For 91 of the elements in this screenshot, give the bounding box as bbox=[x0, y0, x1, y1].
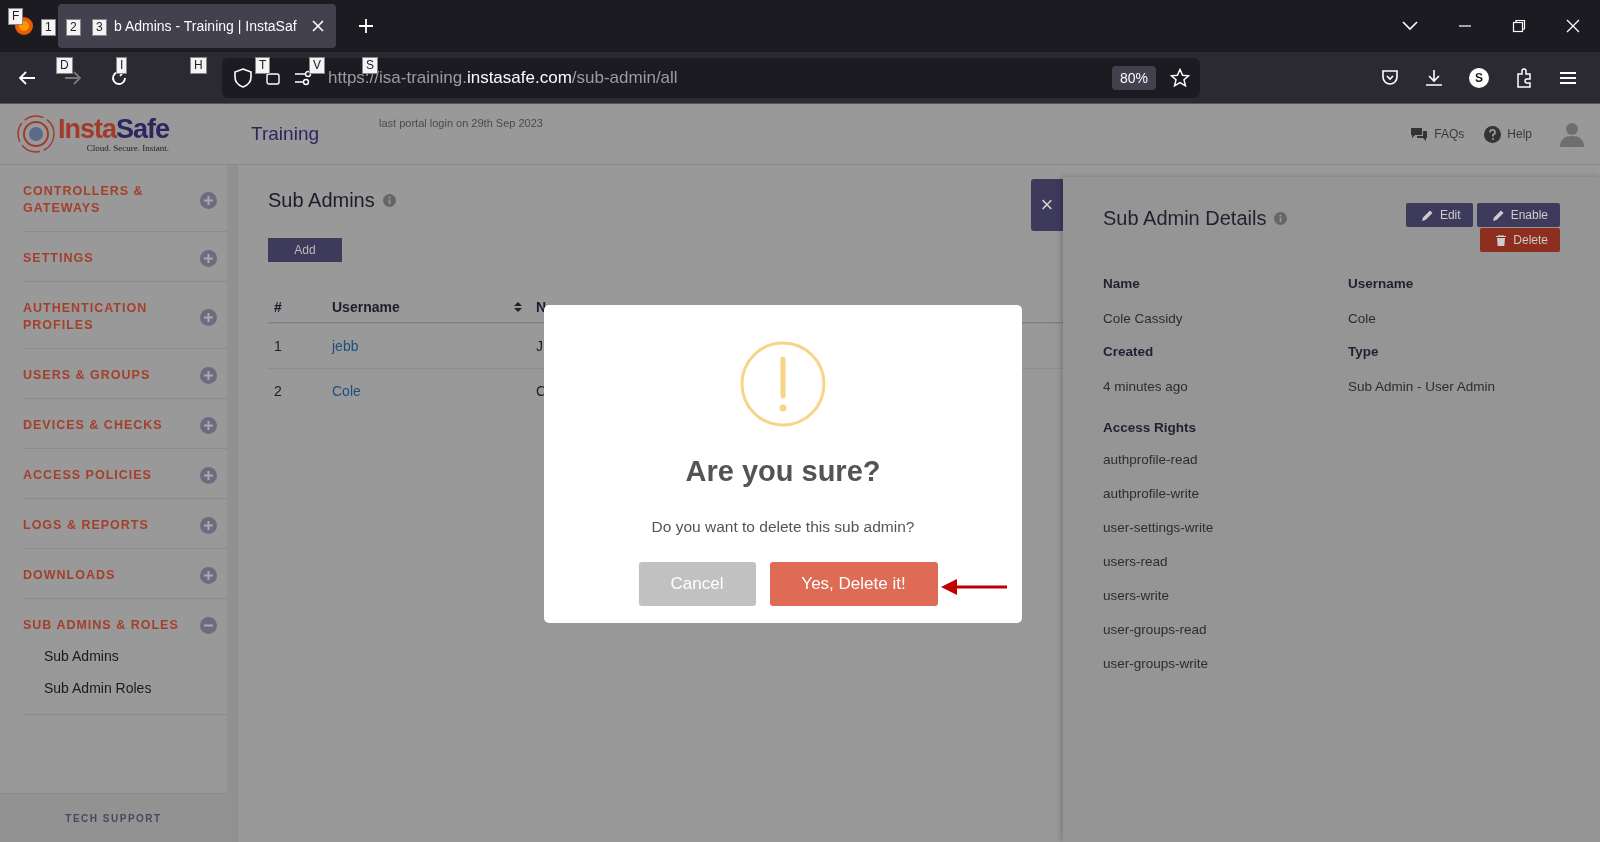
field-value: Cole Cassidy bbox=[1103, 311, 1184, 326]
column-header[interactable]: Username bbox=[332, 299, 400, 315]
access-right-item: user-groups-read bbox=[1103, 621, 1208, 639]
add-button[interactable]: Add bbox=[268, 238, 342, 262]
close-icon[interactable] bbox=[1566, 19, 1580, 33]
new-tab-icon[interactable] bbox=[358, 18, 374, 34]
help-icon bbox=[1484, 125, 1502, 143]
page-title: Sub Admins bbox=[268, 189, 375, 212]
sidebar-item[interactable]: SETTINGS bbox=[23, 250, 183, 267]
sidebar-item[interactable]: LOGS & REPORTS bbox=[23, 517, 183, 534]
sidebar-subitem[interactable]: Sub Admin Roles bbox=[44, 680, 217, 696]
download-icon[interactable] bbox=[1425, 68, 1443, 87]
trash-icon bbox=[1496, 234, 1507, 246]
sort-icon[interactable] bbox=[514, 302, 522, 312]
panel-title: Sub Admin Details bbox=[1103, 207, 1267, 230]
keyboard-hint: S bbox=[362, 57, 378, 74]
keyboard-hint: F bbox=[8, 8, 24, 25]
access-right-item: authprofile-write bbox=[1103, 485, 1201, 503]
pencil-icon bbox=[1421, 209, 1433, 221]
header-link[interactable]: Help bbox=[1484, 125, 1532, 143]
tab-title: b Admins - Training | InstaSaf bbox=[114, 18, 298, 34]
edit-button[interactable]: Edit bbox=[1405, 203, 1473, 227]
page-icon[interactable] bbox=[266, 70, 280, 85]
back-arrow-icon[interactable] bbox=[18, 69, 36, 86]
sidebar-item[interactable]: DEVICES & CHECKS bbox=[23, 417, 183, 434]
field-label: Access Rights bbox=[1103, 420, 1198, 435]
sidebar-item[interactable]: DOWNLOADS bbox=[23, 567, 183, 584]
menu-icon[interactable] bbox=[1559, 70, 1577, 85]
annotation-arrow bbox=[941, 577, 1009, 597]
chat-bubbles-icon bbox=[1410, 126, 1429, 142]
keyboard-hint: T bbox=[255, 57, 271, 74]
star-icon[interactable] bbox=[1170, 67, 1190, 88]
keyboard-hint: H bbox=[190, 57, 207, 74]
delete-button[interactable]: Delete bbox=[1480, 228, 1560, 252]
access-right-item: users-read bbox=[1103, 553, 1169, 571]
logo-tagline: Cloud. Secure. Instant. bbox=[85, 142, 170, 153]
access-right-item: user-groups-write bbox=[1103, 655, 1210, 673]
info-icon bbox=[1274, 212, 1288, 225]
table-cell: 1 bbox=[274, 338, 282, 354]
field-label: Name bbox=[1103, 276, 1141, 291]
field-label: Username bbox=[1348, 276, 1415, 291]
field-value: 4 minutes ago bbox=[1103, 379, 1189, 394]
field-label: Type bbox=[1348, 344, 1380, 359]
restore-icon[interactable] bbox=[1512, 19, 1526, 33]
sidebar-item[interactable]: ACCESS POLICIES bbox=[23, 467, 183, 484]
confirm-delete-button[interactable]: Yes, Delete it! bbox=[769, 562, 938, 606]
access-right-item: authprofile-read bbox=[1103, 451, 1199, 469]
field-value: Sub Admin - User Admin bbox=[1348, 379, 1497, 394]
shield-icon[interactable] bbox=[234, 67, 252, 88]
warning-icon bbox=[740, 341, 826, 427]
info-icon bbox=[382, 194, 396, 207]
username-link[interactable]: Cole bbox=[332, 383, 361, 399]
sidebar-item[interactable]: AUTHENTICATION PROFILES bbox=[23, 300, 183, 334]
sidebar-item[interactable]: CONTROLLERS & GATEWAYS bbox=[23, 183, 183, 217]
forward-arrow-icon[interactable] bbox=[64, 69, 82, 86]
zoom-level-badge[interactable]: 80% bbox=[1111, 65, 1156, 90]
column-header[interactable]: # bbox=[274, 299, 282, 315]
column-header[interactable]: N bbox=[536, 299, 547, 315]
portal-title: Training bbox=[251, 123, 320, 145]
keyboard-hint: 1 bbox=[41, 19, 56, 36]
field-label: Created bbox=[1103, 344, 1155, 359]
logo-target-icon bbox=[16, 114, 56, 154]
sidebar-subitem[interactable]: Sub Admins bbox=[44, 648, 217, 664]
pencil-icon bbox=[1492, 209, 1504, 221]
sidebar-item[interactable]: SUB ADMINS & ROLES bbox=[23, 617, 183, 634]
chevron-down-icon[interactable] bbox=[1402, 21, 1418, 31]
close-icon[interactable] bbox=[312, 20, 324, 32]
close-panel-button[interactable]: × bbox=[1031, 179, 1063, 231]
pocket-icon[interactable] bbox=[1381, 68, 1399, 87]
last-login-text: last portal login on 29th Sep 2023 bbox=[379, 117, 543, 129]
tech-support-link[interactable]: TECH SUPPORT bbox=[65, 812, 162, 824]
edit-button[interactable]: Enable bbox=[1476, 203, 1560, 227]
puzzle-icon[interactable] bbox=[1515, 67, 1533, 88]
keyboard-hint: D bbox=[56, 57, 73, 74]
keyboard-hint: V bbox=[309, 57, 325, 74]
dialog-message: Do you want to delete this sub admin? bbox=[651, 518, 915, 536]
access-right-item: users-write bbox=[1103, 587, 1170, 605]
dialog-title: Are you sure? bbox=[685, 455, 881, 488]
access-right-item: user-settings-write bbox=[1103, 519, 1215, 537]
table-cell: 2 bbox=[274, 383, 282, 399]
profile-avatar[interactable]: S bbox=[1469, 67, 1489, 88]
header-link[interactable]: FAQs bbox=[1410, 126, 1465, 142]
keyboard-hint: 3 bbox=[92, 19, 107, 36]
username-link[interactable]: jebb bbox=[332, 338, 359, 354]
permissions-icon[interactable] bbox=[294, 69, 314, 86]
field-value: Cole bbox=[1348, 311, 1377, 326]
logo-wordmark: InstaSafe bbox=[58, 115, 170, 143]
keyboard-hint: I bbox=[116, 57, 128, 74]
keyboard-hint: 2 bbox=[66, 19, 81, 36]
sidebar-item[interactable]: USERS & GROUPS bbox=[23, 367, 183, 384]
table-cell: J bbox=[536, 338, 543, 354]
